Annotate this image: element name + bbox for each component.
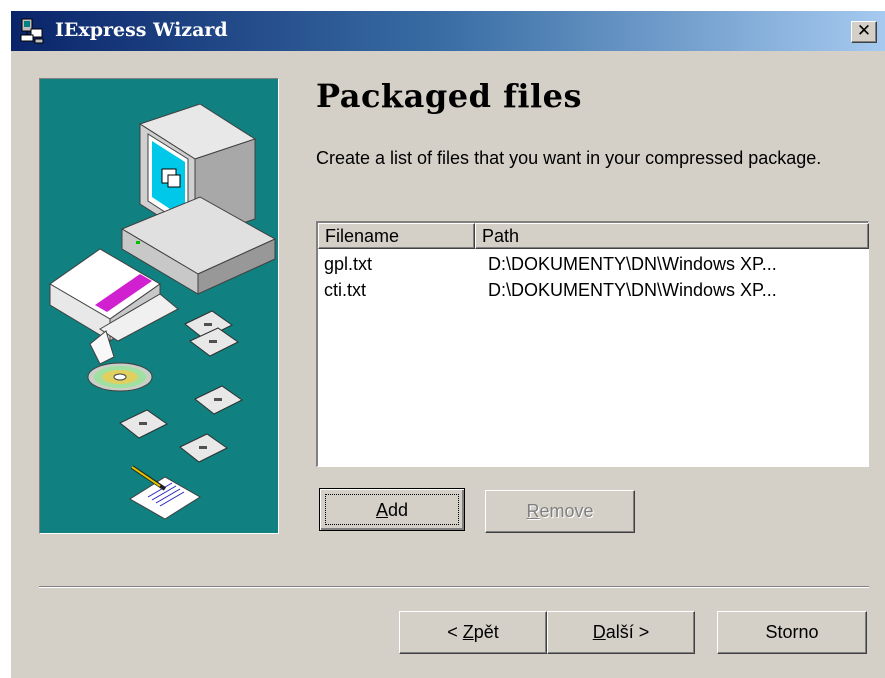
button-separator bbox=[39, 586, 869, 588]
add-label: dd bbox=[387, 500, 409, 520]
next-mnemonic: D bbox=[592, 622, 606, 642]
back-mnemonic: Z bbox=[462, 622, 474, 642]
add-mnemonic: A bbox=[375, 500, 388, 520]
file-path: D:\DOKUMENTY\DN\Windows XP... bbox=[488, 280, 777, 300]
page-description: Create a list of files that you want in … bbox=[316, 148, 822, 168]
back-button[interactable]: < Zpět bbox=[399, 611, 547, 654]
column-header-filename[interactable]: Filename bbox=[318, 223, 475, 249]
file-path: D:\DOKUMENTY\DN\Windows XP... bbox=[488, 254, 777, 274]
remove-label: emove bbox=[539, 501, 594, 521]
back-prefix: < bbox=[447, 622, 463, 642]
file-row[interactable]: cti.txt D:\DOKUMENTY\DN\Windows XP... bbox=[318, 277, 868, 303]
file-row[interactable]: gpl.txt D:\DOKUMENTY\DN\Windows XP... bbox=[318, 251, 868, 277]
remove-button[interactable]: Remove bbox=[485, 490, 635, 533]
file-list-header: Filename Path bbox=[318, 223, 869, 249]
cancel-label: Storno bbox=[765, 622, 819, 642]
back-label: pět bbox=[473, 622, 499, 642]
title-bar[interactable]: IExpress Wizard ✕ bbox=[11, 11, 885, 51]
file-name: gpl.txt bbox=[324, 254, 373, 274]
file-list[interactable]: Filename Path gpl.txt D:\DOKUMENTY\DN\Wi… bbox=[316, 221, 869, 467]
next-label: alší > bbox=[605, 622, 650, 642]
window-title: IExpress Wizard bbox=[55, 19, 228, 41]
iexpress-app-icon bbox=[19, 17, 45, 45]
close-icon: ✕ bbox=[856, 21, 872, 41]
cancel-button[interactable]: Storno bbox=[717, 611, 867, 654]
computer-with-files-illustration bbox=[49, 103, 277, 520]
column-header-path[interactable]: Path bbox=[475, 223, 869, 249]
remove-mnemonic: R bbox=[526, 501, 540, 521]
wizard-illustration bbox=[39, 78, 279, 534]
add-button[interactable]: Add bbox=[319, 488, 465, 531]
close-button[interactable]: ✕ bbox=[851, 21, 877, 43]
page-title: Packaged files bbox=[316, 77, 583, 115]
iexpress-wizard-window: IExpress Wizard ✕ Packaged files Create … bbox=[10, 10, 885, 678]
file-name: cti.txt bbox=[324, 280, 367, 300]
next-button[interactable]: Další > bbox=[547, 611, 695, 654]
focus-rectangle: Add bbox=[325, 494, 459, 525]
